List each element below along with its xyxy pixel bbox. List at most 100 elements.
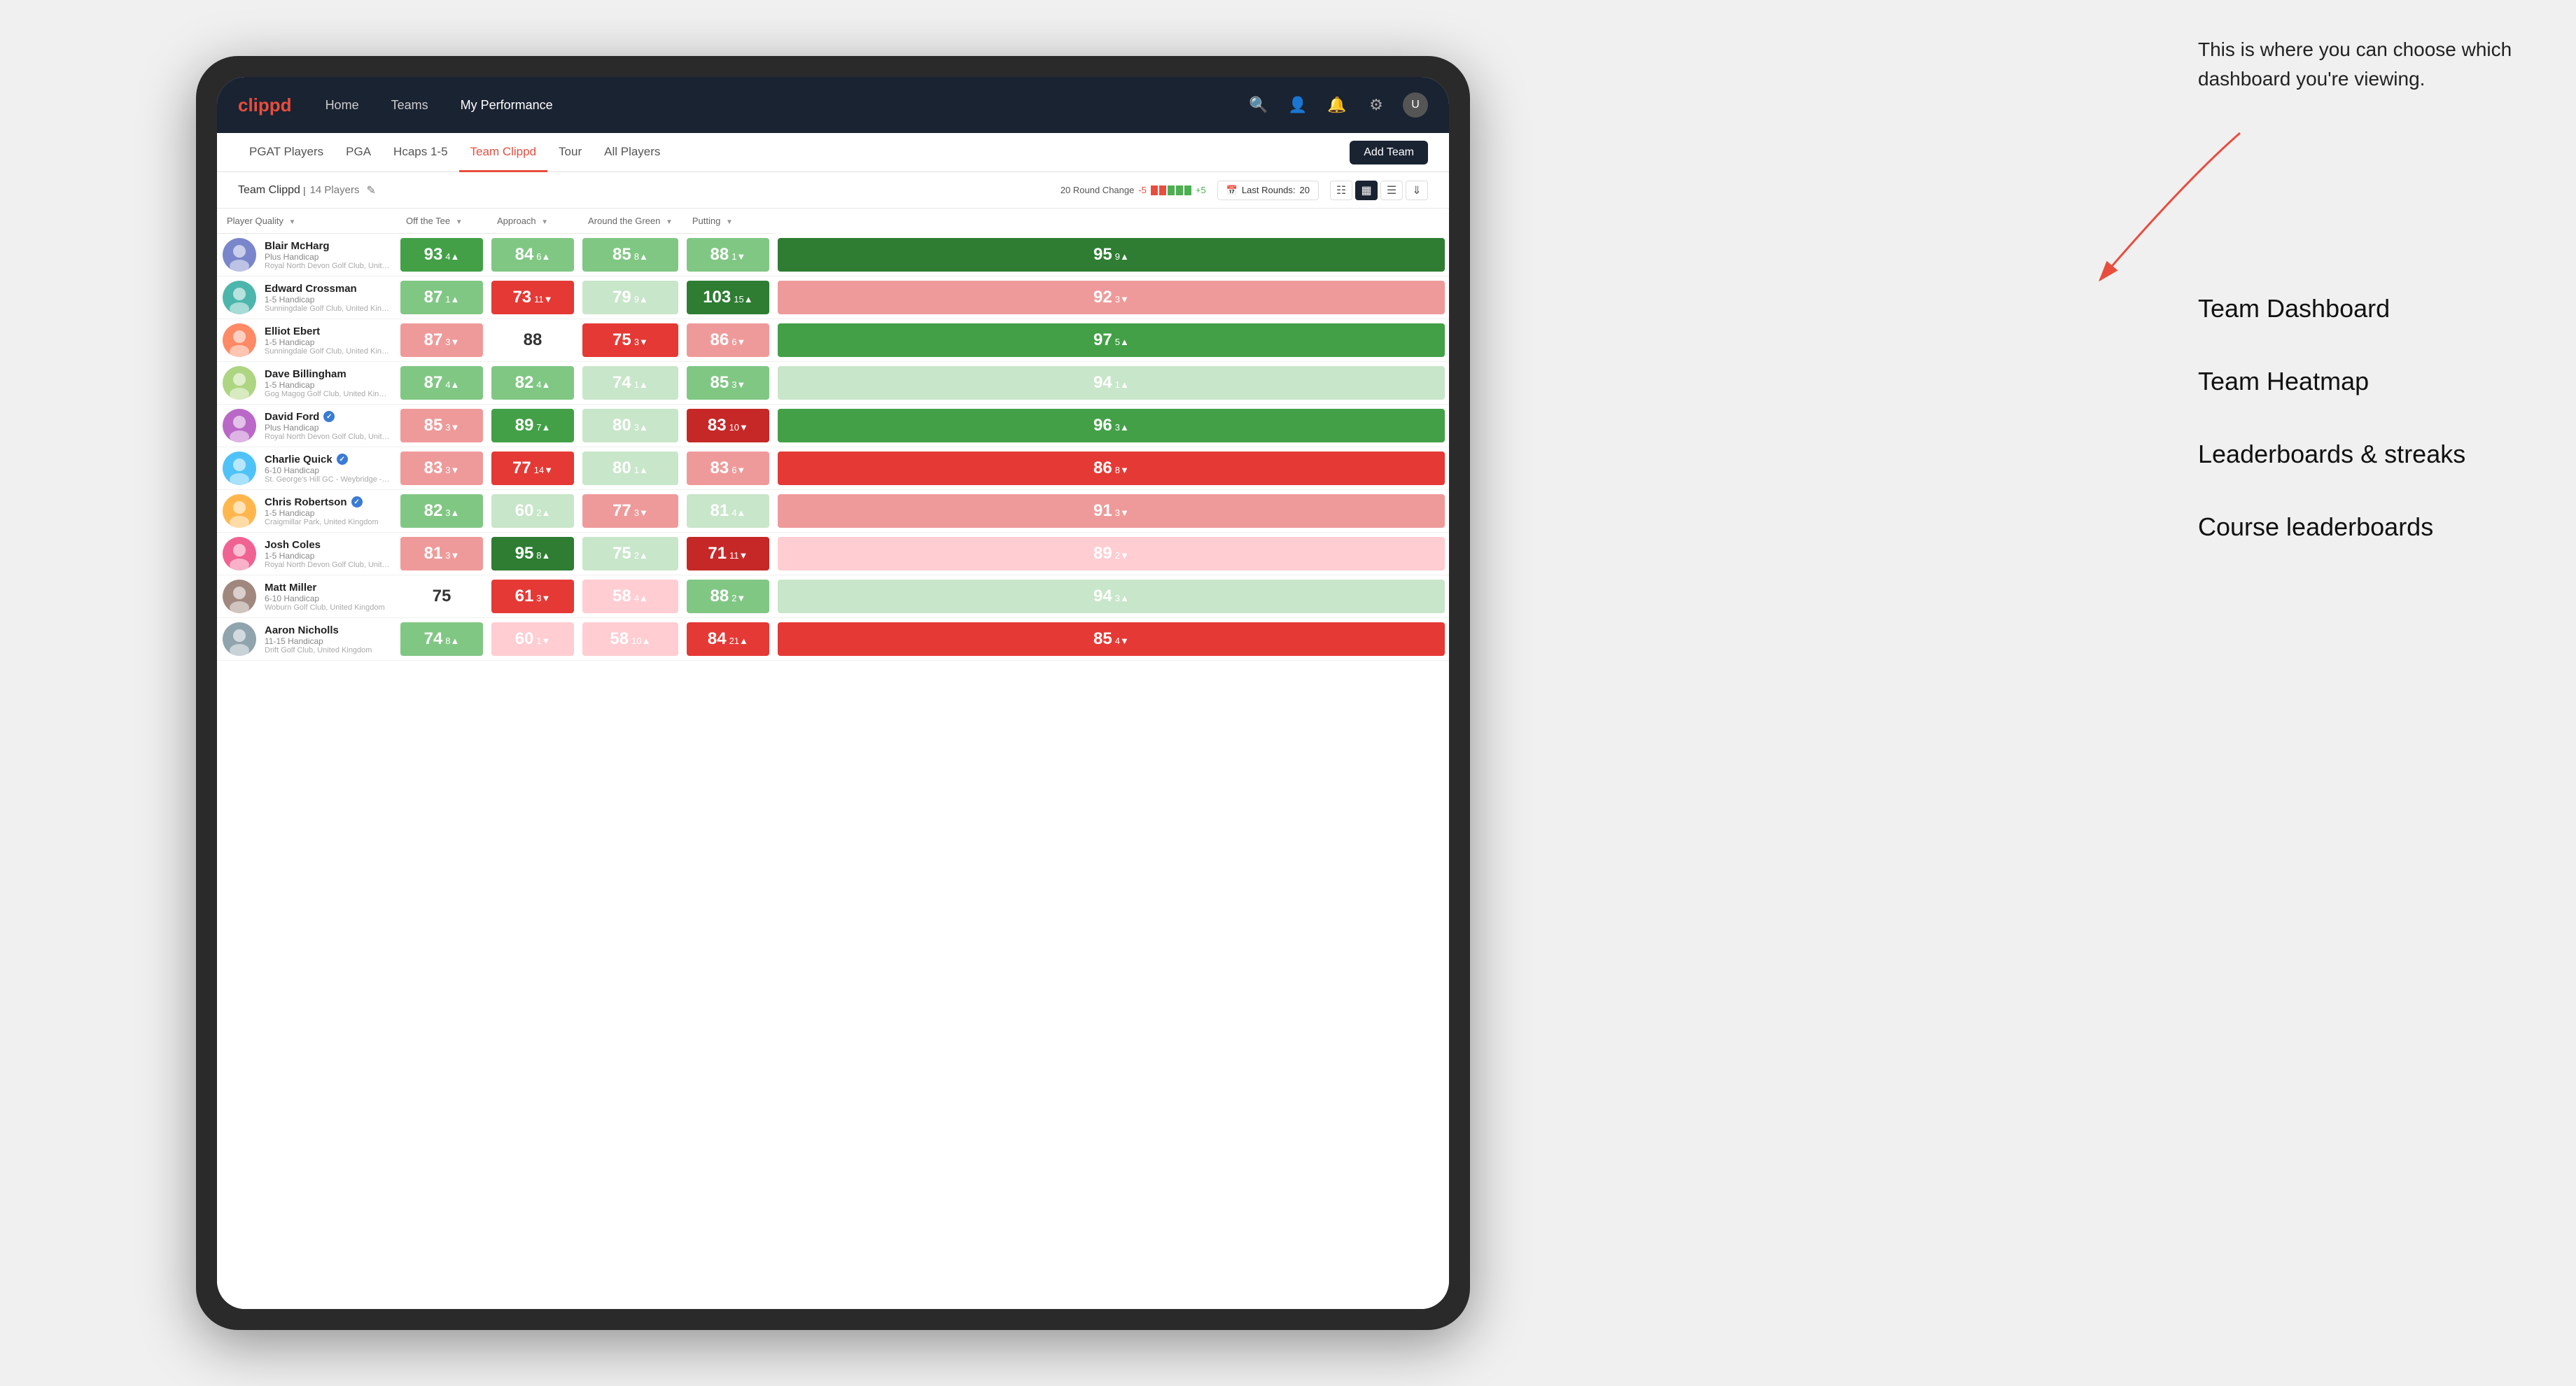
download-button[interactable]: ⇓ bbox=[1406, 181, 1428, 200]
bell-icon[interactable]: 🔔 bbox=[1324, 92, 1350, 118]
player-cell-5: Charlie Quick ✓ 6-10 Handicap St. George… bbox=[217, 447, 396, 490]
change-bar bbox=[1151, 186, 1191, 195]
player-avatar-7 bbox=[223, 537, 256, 570]
player-club-8: Woburn Golf Club, United Kingdom bbox=[265, 603, 385, 612]
player-name-1[interactable]: Edward Crossman bbox=[265, 283, 391, 295]
sort-arrow-player[interactable]: ▼ bbox=[289, 218, 296, 226]
score-value-6-0: 823▲ bbox=[400, 494, 483, 528]
score-value-1-2: 799▲ bbox=[582, 281, 678, 314]
score-cell-9-2: 5810▲ bbox=[578, 618, 682, 661]
score-change-0-0: 4▲ bbox=[445, 251, 459, 262]
bar-green-1 bbox=[1168, 186, 1175, 195]
score-change-5-3: 6▼ bbox=[732, 465, 746, 475]
player-info-1: Edward Crossman 1-5 Handicap Sunningdale… bbox=[265, 283, 391, 313]
table-row[interactable]: David Ford ✓ Plus Handicap Royal North D… bbox=[217, 405, 1449, 447]
player-name-9[interactable]: Aaron Nicholls bbox=[265, 624, 372, 636]
tab-team-clippd[interactable]: Team Clippd bbox=[459, 134, 548, 172]
user-avatar[interactable]: U bbox=[1403, 92, 1428, 118]
score-change-8-1: 3▼ bbox=[536, 593, 550, 603]
score-value-4-2: 803▲ bbox=[582, 409, 678, 442]
player-name-3[interactable]: Dave Billingham bbox=[265, 368, 391, 380]
score-value-8-0: 75 bbox=[400, 580, 483, 613]
list-view-button[interactable]: ☰ bbox=[1380, 181, 1403, 200]
table-row[interactable]: Chris Robertson ✓ 1-5 Handicap Craigmill… bbox=[217, 490, 1449, 533]
table-row[interactable]: Elliot Ebert 1-5 Handicap Sunningdale Go… bbox=[217, 319, 1449, 362]
table-row[interactable]: Edward Crossman 1-5 Handicap Sunningdale… bbox=[217, 276, 1449, 319]
score-cell-7-2: 752▲ bbox=[578, 533, 682, 575]
score-value-3-2: 741▲ bbox=[582, 366, 678, 400]
score-value-6-1: 602▲ bbox=[491, 494, 574, 528]
score-value-0-0: 934▲ bbox=[400, 238, 483, 272]
settings-icon[interactable]: ⚙ bbox=[1364, 92, 1389, 118]
table-row[interactable]: Charlie Quick ✓ 6-10 Handicap St. George… bbox=[217, 447, 1449, 490]
sort-arrow-putting[interactable]: ▼ bbox=[726, 218, 733, 226]
player-handicap-3: 1-5 Handicap bbox=[265, 380, 391, 390]
table-row[interactable]: Aaron Nicholls 11-15 Handicap Drift Golf… bbox=[217, 618, 1449, 661]
score-value-2-2: 753▼ bbox=[582, 323, 678, 357]
table-row[interactable]: Dave Billingham 1-5 Handicap Gog Magog G… bbox=[217, 362, 1449, 405]
player-info-8: Matt Miller 6-10 Handicap Woburn Golf Cl… bbox=[265, 582, 385, 612]
table-row[interactable]: Josh Coles 1-5 Handicap Royal North Devo… bbox=[217, 533, 1449, 575]
player-cell-1: Edward Crossman 1-5 Handicap Sunningdale… bbox=[217, 276, 396, 319]
tab-hcaps[interactable]: Hcaps 1-5 bbox=[382, 134, 458, 172]
search-icon[interactable]: 🔍 bbox=[1246, 92, 1271, 118]
score-cell-7-3: 7111▼ bbox=[682, 533, 774, 575]
sort-arrow-tee[interactable]: ▼ bbox=[456, 218, 463, 226]
player-name-0[interactable]: Blair McHarg bbox=[265, 240, 391, 252]
player-name-5[interactable]: Charlie Quick ✓ bbox=[265, 454, 391, 465]
player-name-6[interactable]: Chris Robertson ✓ bbox=[265, 496, 379, 508]
tab-all-players[interactable]: All Players bbox=[593, 134, 671, 172]
tab-bar: PGAT Players PGA Hcaps 1-5 Team Clippd T… bbox=[217, 133, 1449, 172]
score-cell-0-2: 858▲ bbox=[578, 234, 682, 276]
team-name: Team Clippd bbox=[238, 184, 300, 197]
score-value-0-3: 881▼ bbox=[687, 238, 769, 272]
last-rounds-button[interactable]: 📅 Last Rounds: 20 bbox=[1217, 181, 1319, 200]
table-row[interactable]: Blair McHarg Plus Handicap Royal North D… bbox=[217, 234, 1449, 276]
nav-my-performance[interactable]: My Performance bbox=[455, 95, 559, 115]
player-info-5: Charlie Quick ✓ 6-10 Handicap St. George… bbox=[265, 454, 391, 484]
player-info-6: Chris Robertson ✓ 1-5 Handicap Craigmill… bbox=[265, 496, 379, 526]
score-value-0-2: 858▲ bbox=[582, 238, 678, 272]
score-cell-2-3: 866▼ bbox=[682, 319, 774, 362]
heatmap-view-button[interactable]: ▦ bbox=[1355, 181, 1378, 200]
tab-pgat-players[interactable]: PGAT Players bbox=[238, 134, 335, 172]
calendar-icon: 📅 bbox=[1226, 185, 1238, 196]
score-change-4-3: 10▼ bbox=[729, 422, 748, 433]
score-cell-7-1: 958▲ bbox=[487, 533, 578, 575]
edit-icon[interactable]: ✎ bbox=[366, 183, 375, 197]
score-value-7-0: 813▼ bbox=[400, 537, 483, 570]
score-cell-9-3: 8421▲ bbox=[682, 618, 774, 661]
player-name-8[interactable]: Matt Miller bbox=[265, 582, 385, 594]
player-info-2: Elliot Ebert 1-5 Handicap Sunningdale Go… bbox=[265, 326, 391, 356]
score-cell-9-1: 601▼ bbox=[487, 618, 578, 661]
player-club-5: St. George's Hill GC - Weybridge - Surre… bbox=[265, 475, 391, 484]
round-change-label: 20 Round Change bbox=[1060, 185, 1135, 195]
score-value-5-3: 836▼ bbox=[687, 451, 769, 485]
player-avatar-2 bbox=[223, 323, 256, 357]
score-value-1-3: 10315▲ bbox=[687, 281, 769, 314]
nav-teams[interactable]: Teams bbox=[386, 95, 434, 115]
score-cell-2-0: 873▼ bbox=[396, 319, 487, 362]
score-change-6-0: 3▲ bbox=[445, 507, 459, 518]
player-name-2[interactable]: Elliot Ebert bbox=[265, 326, 391, 337]
tablet-frame: clippd Home Teams My Performance 🔍 👤 🔔 ⚙… bbox=[196, 56, 1470, 1330]
score-value-8-2: 584▲ bbox=[582, 580, 678, 613]
grid-view-button[interactable]: ☷ bbox=[1330, 181, 1352, 200]
user-icon[interactable]: 👤 bbox=[1285, 92, 1310, 118]
nav-home[interactable]: Home bbox=[320, 95, 365, 115]
score-cell-9-4: 854▼ bbox=[774, 618, 1449, 661]
sort-arrow-approach[interactable]: ▼ bbox=[541, 218, 548, 226]
tab-pga[interactable]: PGA bbox=[335, 134, 382, 172]
table-row[interactable]: Matt Miller 6-10 Handicap Woburn Golf Cl… bbox=[217, 575, 1449, 618]
player-name-4[interactable]: David Ford ✓ bbox=[265, 411, 391, 423]
score-change-9-1: 1▼ bbox=[536, 636, 550, 646]
score-cell-2-2: 753▼ bbox=[578, 319, 682, 362]
annotation-team-heatmap: Team Heatmap bbox=[2198, 363, 2548, 400]
player-name-7[interactable]: Josh Coles bbox=[265, 539, 391, 551]
header-player: Player Quality ▼ bbox=[217, 209, 396, 234]
tab-tour[interactable]: Tour bbox=[547, 134, 593, 172]
score-value-3-4: 941▲ bbox=[778, 366, 1445, 400]
score-change-0-3: 1▼ bbox=[732, 251, 746, 262]
add-team-button[interactable]: Add Team bbox=[1350, 141, 1428, 164]
sort-arrow-around-green[interactable]: ▼ bbox=[666, 218, 673, 226]
